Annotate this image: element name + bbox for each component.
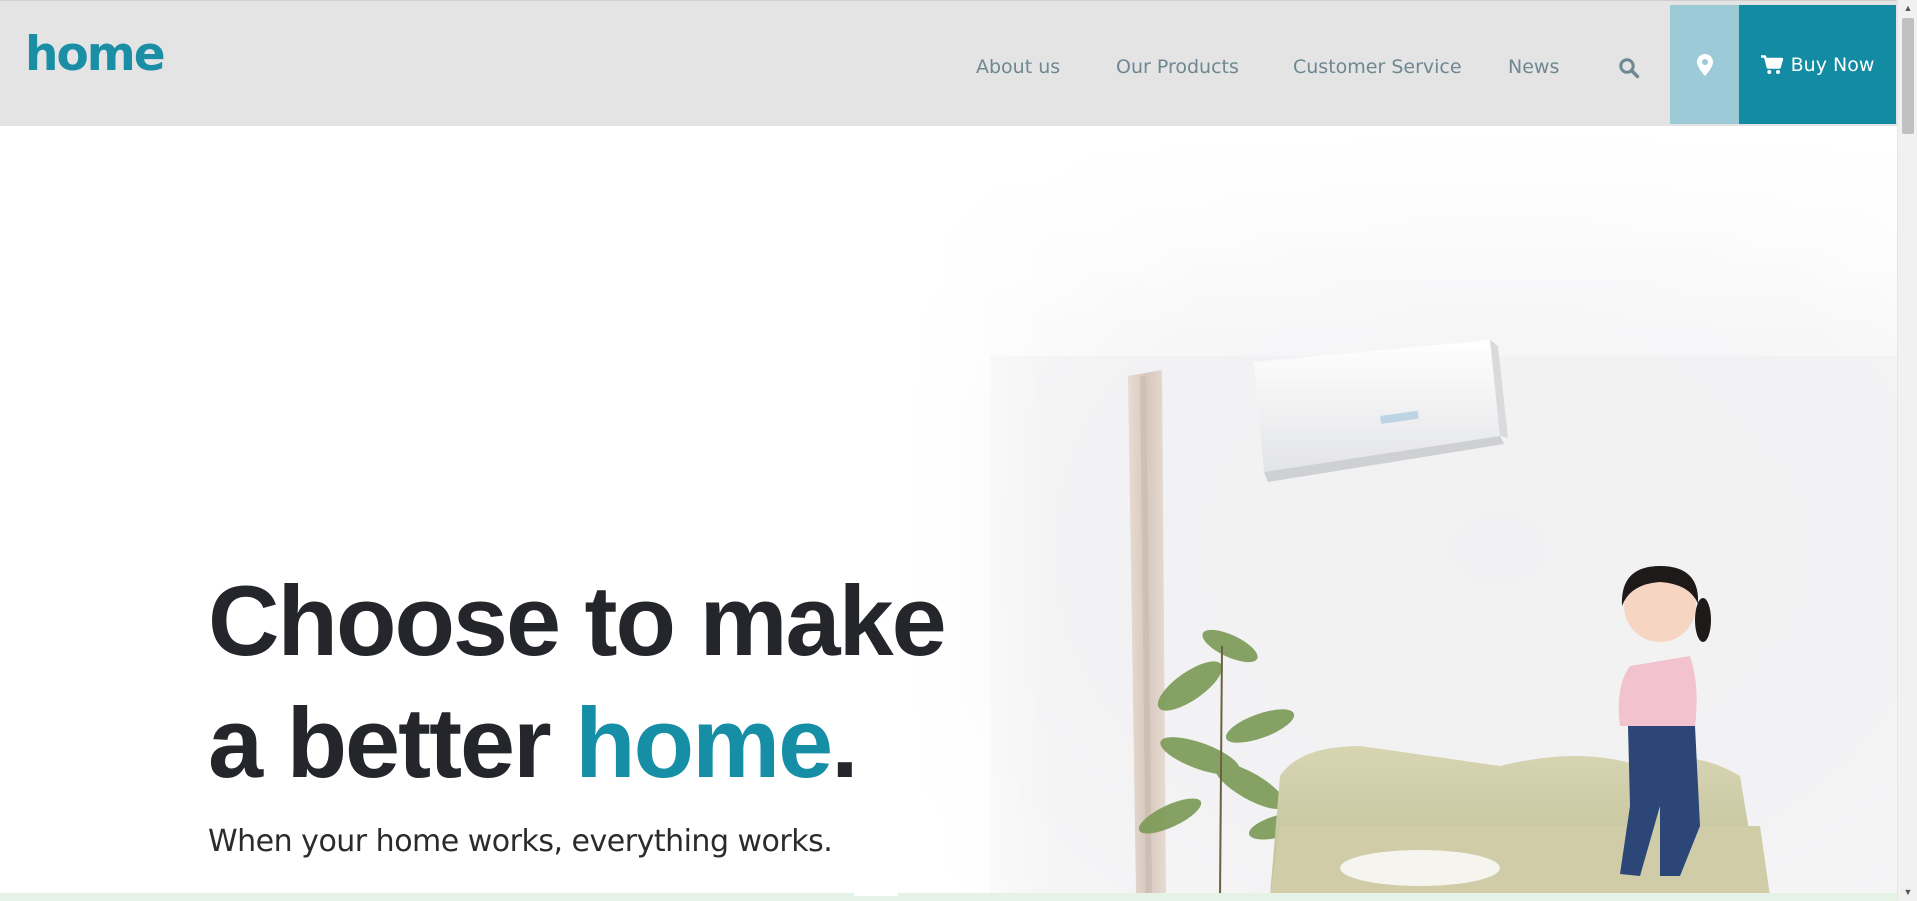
nav-link-news[interactable]: News (1508, 56, 1559, 78)
search-icon (1619, 58, 1640, 79)
buy-now-button[interactable]: Buy Now (1739, 5, 1896, 124)
nav-link-customer-service[interactable]: Customer Service (1293, 56, 1462, 78)
scroll-thumb[interactable] (1902, 18, 1914, 134)
page-scrollbar[interactable]: ▲ ▼ (1897, 0, 1917, 901)
hero-heading: Choose to make a better home. (208, 560, 947, 804)
next-section-marker (854, 893, 898, 896)
store-locator-button[interactable] (1670, 5, 1739, 124)
next-section-edge (0, 893, 1897, 901)
hero-image (900, 126, 1897, 896)
site-header: home About us Our Products Customer Serv… (0, 0, 1897, 126)
page: home About us Our Products Customer Serv… (0, 0, 1917, 901)
scroll-up-icon[interactable]: ▲ (1898, 0, 1917, 17)
hero-heading-line1: Choose to make (208, 565, 947, 676)
hero-heading-accent: home (575, 687, 833, 798)
search-button[interactable] (1612, 54, 1642, 84)
nav-link-our-products[interactable]: Our Products (1116, 56, 1239, 78)
scroll-down-icon[interactable]: ▼ (1898, 884, 1917, 901)
hero-section: Choose to make a better home. When your … (0, 126, 1897, 896)
hero-heading-line2: a better (208, 687, 576, 798)
hero-heading-period: . (831, 687, 858, 798)
cart-icon (1760, 54, 1783, 74)
buy-now-label: Buy Now (1790, 53, 1875, 76)
nav-link-about-us[interactable]: About us (976, 56, 1060, 78)
map-pin-icon (1696, 53, 1713, 76)
hero-subtitle: When your home works, everything works. (208, 824, 833, 859)
